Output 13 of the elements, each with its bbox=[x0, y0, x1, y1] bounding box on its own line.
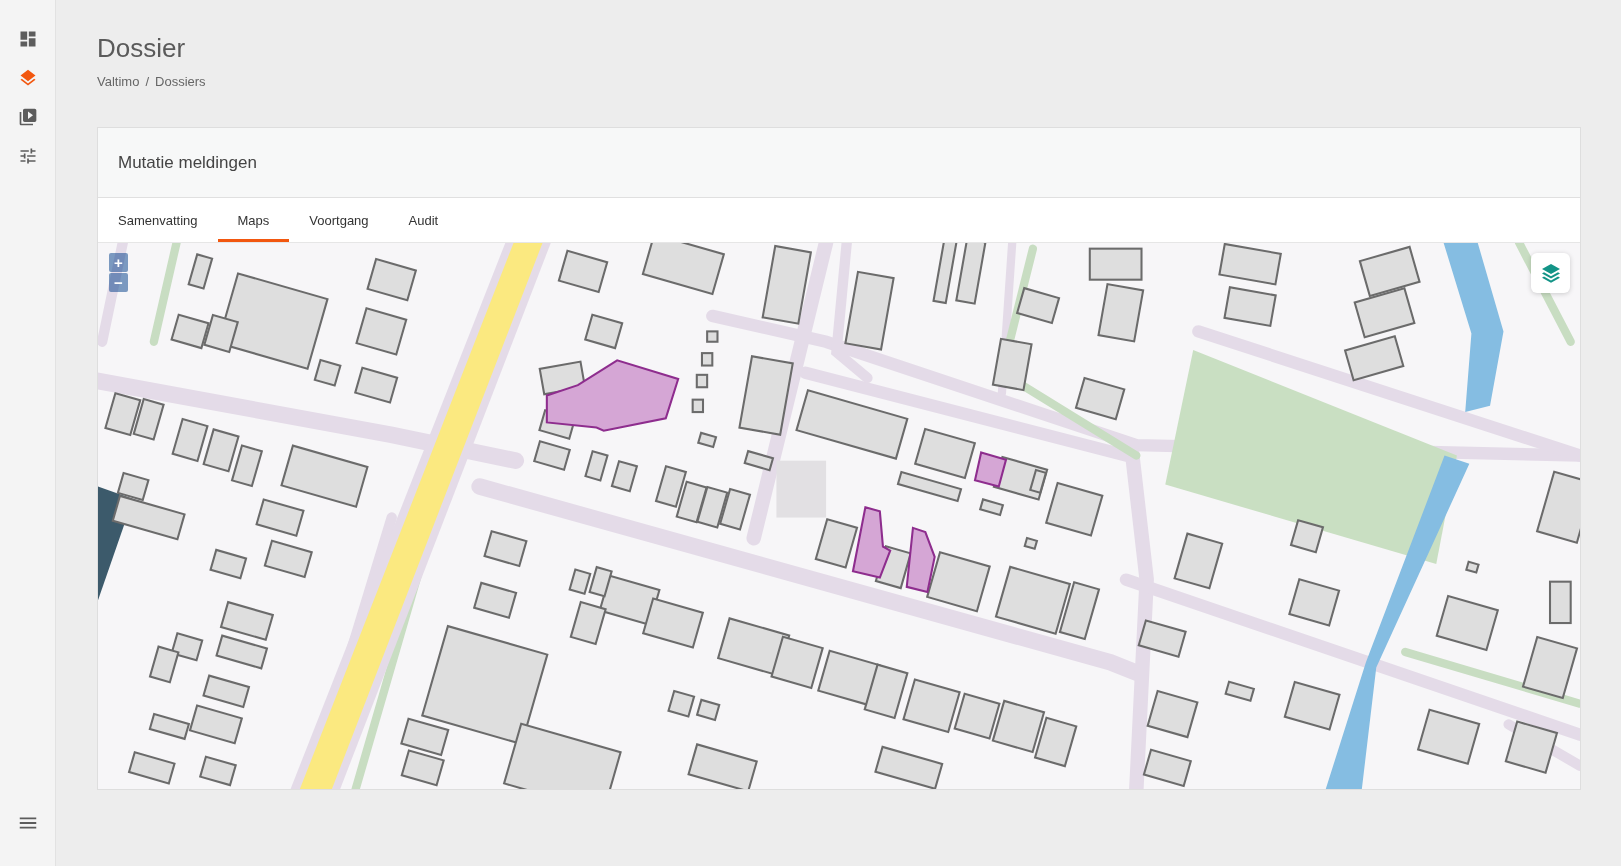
card-title: Mutatie meldingen bbox=[118, 152, 257, 173]
tab[interactable]: Voortgang bbox=[289, 198, 389, 242]
layers-icon bbox=[1540, 263, 1561, 283]
breadcrumb-link[interactable]: Valtimo bbox=[97, 74, 140, 90]
page-title: Dossier bbox=[97, 33, 187, 63]
breadcrumb-current: Dossiers bbox=[155, 74, 206, 90]
breadcrumb-separator: / bbox=[145, 74, 149, 90]
layers-button[interactable] bbox=[1531, 253, 1570, 293]
layers-icon[interactable] bbox=[17, 68, 38, 88]
map-drawing[interactable] bbox=[98, 243, 1580, 789]
tab[interactable]: Samenvatting bbox=[98, 198, 218, 242]
play-stack-icon[interactable] bbox=[17, 107, 38, 127]
tab[interactable]: Audit bbox=[388, 198, 459, 242]
